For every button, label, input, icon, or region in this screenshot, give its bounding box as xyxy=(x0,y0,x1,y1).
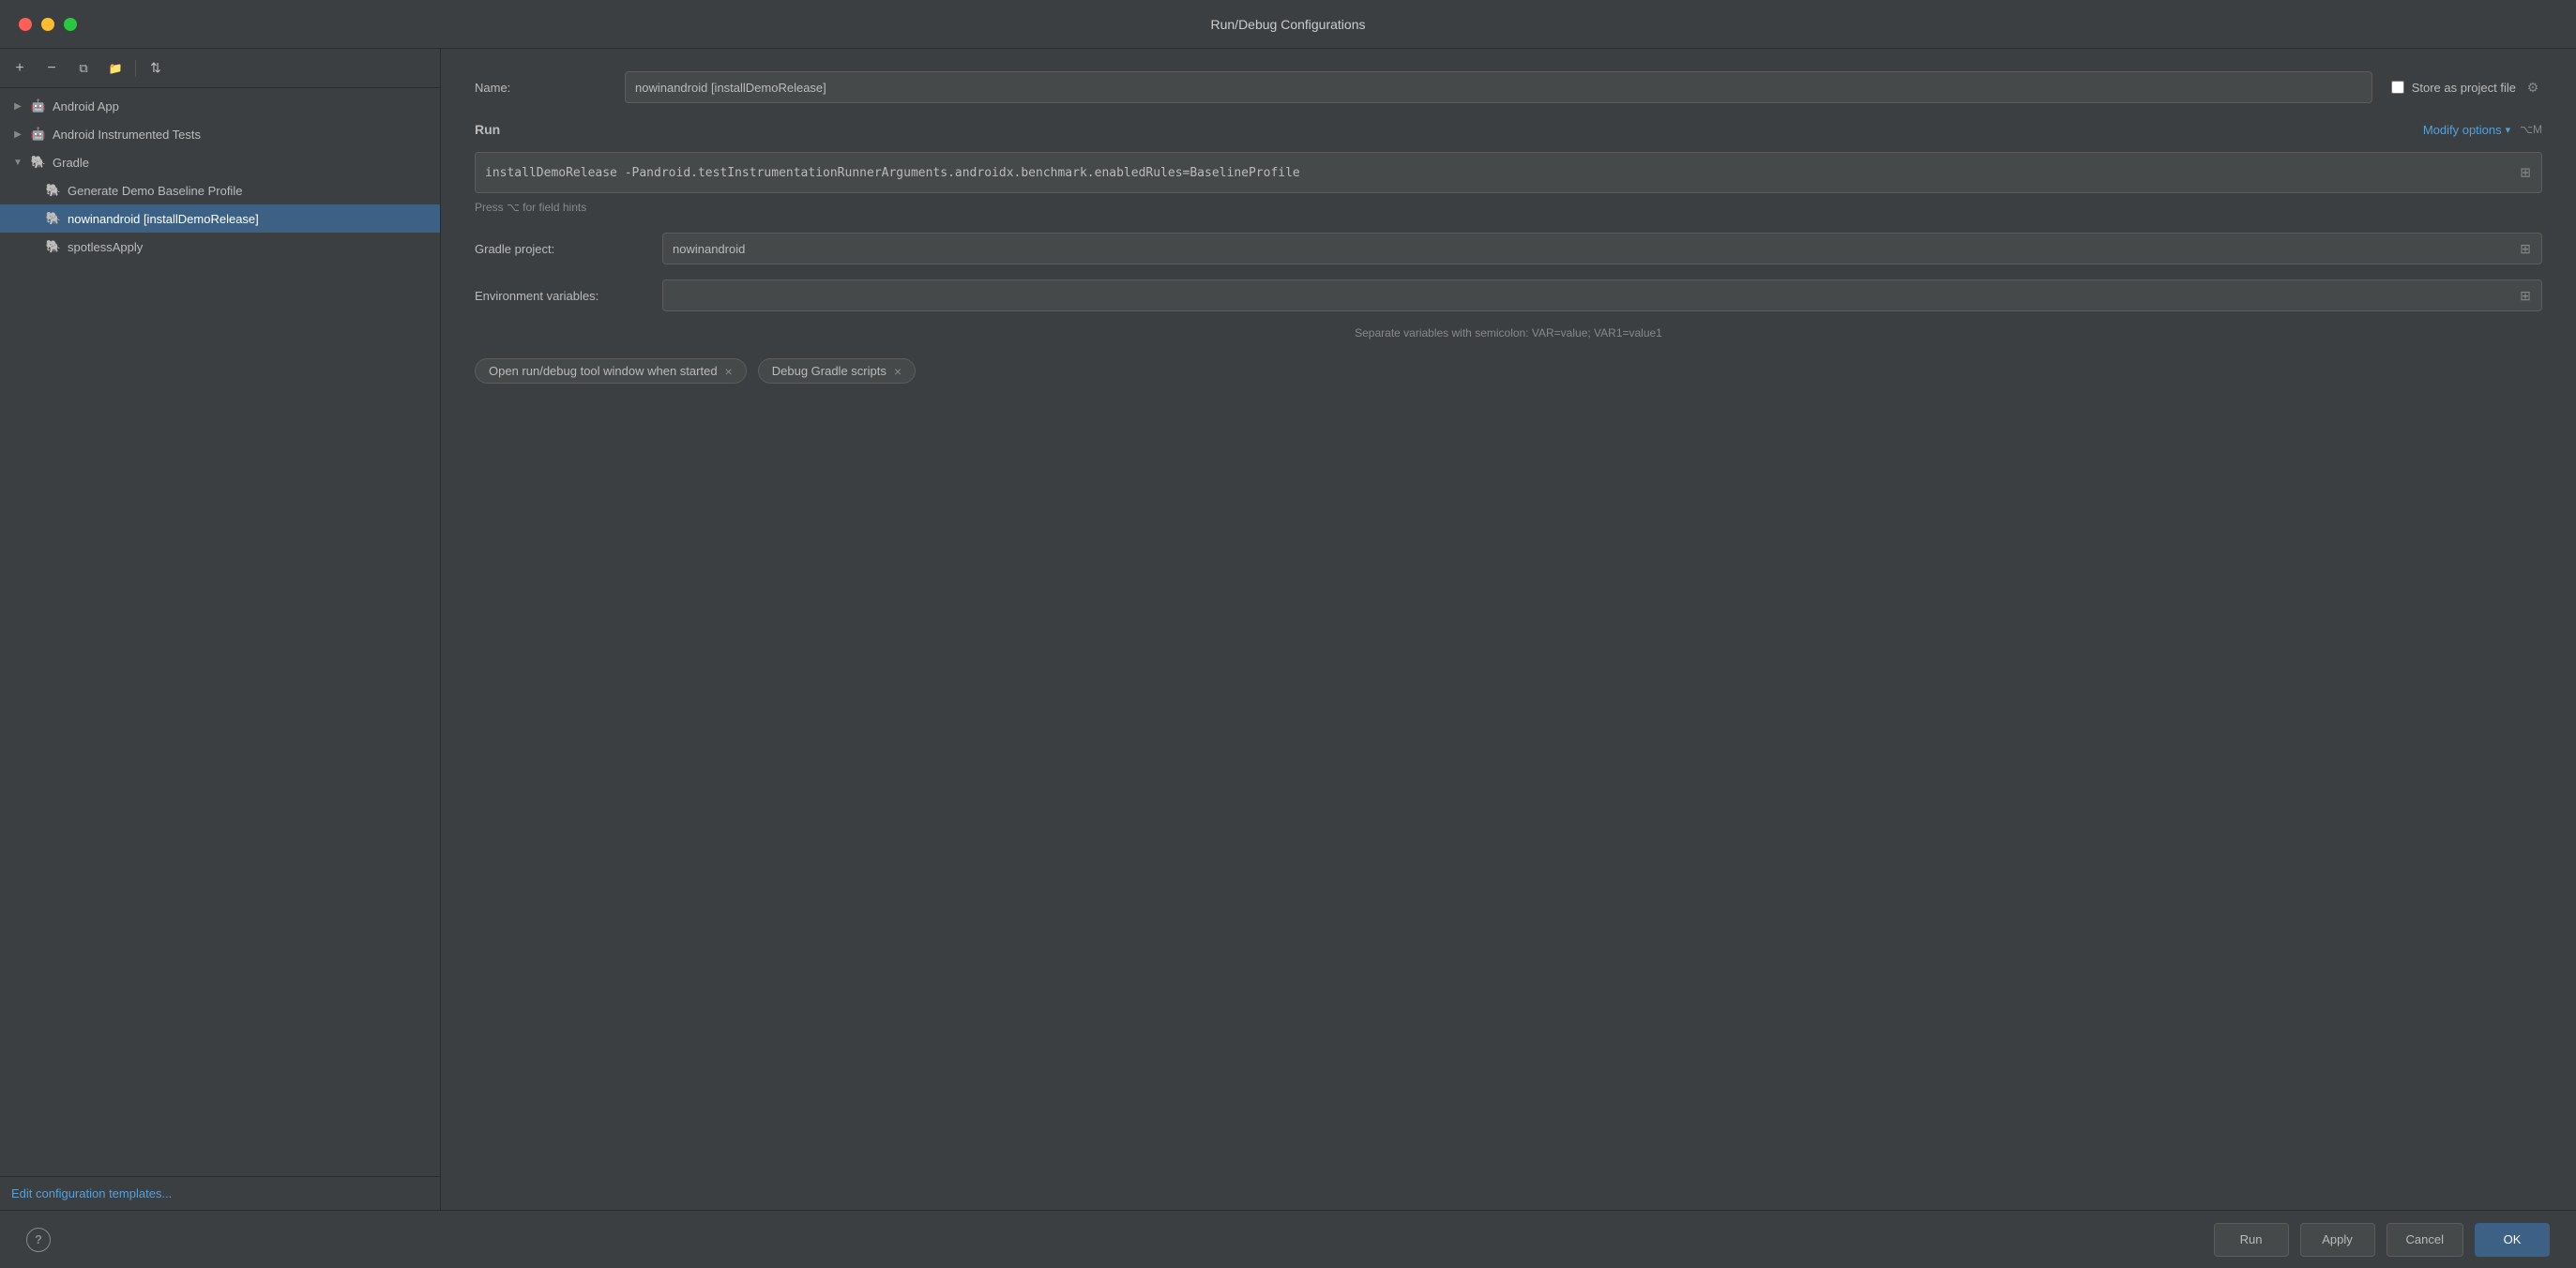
title-bar: Run/Debug Configurations xyxy=(0,0,2576,49)
copy-config-button[interactable]: ⧉ xyxy=(71,56,96,81)
gradle-project-input-wrap: ⊞ xyxy=(662,233,2542,264)
env-vars-input-wrap: ⊞ xyxy=(662,279,2542,311)
cancel-button[interactable]: Cancel xyxy=(2387,1223,2463,1257)
tag-open-run-debug: Open run/debug tool window when started … xyxy=(475,358,747,384)
field-hint-text: Press ⌥ for field hints xyxy=(475,201,586,214)
help-button[interactable]: ? xyxy=(26,1228,51,1252)
env-vars-hint-text: Separate variables with semicolon: VAR=v… xyxy=(1355,326,1662,340)
env-vars-input[interactable] xyxy=(662,279,2542,311)
gradle-icon: 🐘 xyxy=(30,154,47,171)
android-instrumented-icon: 🤖 xyxy=(30,126,47,143)
tags-row: Open run/debug tool window when started … xyxy=(475,358,2542,384)
android-app-icon: 🤖 xyxy=(30,98,47,114)
apply-button[interactable]: Apply xyxy=(2300,1223,2375,1257)
gradle-project-row: Gradle project: ⊞ xyxy=(475,233,2542,264)
edit-config-templates-link[interactable]: Edit configuration templates... xyxy=(11,1186,172,1200)
minimize-button[interactable] xyxy=(41,18,54,31)
sidebar-item-spotless[interactable]: 🐘 spotlessApply xyxy=(0,233,440,261)
bottom-bar-left: ? xyxy=(26,1228,2203,1252)
command-input-expand-icon[interactable]: ⊞ xyxy=(2520,165,2531,181)
tree-arrow-android-instrumented: ▶ xyxy=(11,128,24,141)
modify-options-label: Modify options xyxy=(2423,123,2502,137)
sidebar-item-nowinandroid-label: nowinandroid [installDemoRelease] xyxy=(68,212,440,226)
spotless-icon: 🐘 xyxy=(45,238,62,255)
env-vars-label: Environment variables: xyxy=(475,289,662,303)
run-section-header: Run Modify options ▾ ⌥M xyxy=(475,122,2542,137)
sidebar-item-gradle[interactable]: ▼ 🐘 Gradle xyxy=(0,148,440,176)
window: Run/Debug Configurations + − ⧉ 📁 ⇅ ▶ 🤖 A… xyxy=(0,0,2576,1268)
sidebar-item-nowinandroid[interactable]: 🐘 nowinandroid [installDemoRelease] xyxy=(0,204,440,233)
sidebar-item-android-instrumented[interactable]: ▶ 🤖 Android Instrumented Tests xyxy=(0,120,440,148)
window-controls xyxy=(19,18,77,31)
sidebar-item-spotless-label: spotlessApply xyxy=(68,240,440,254)
store-project-file-row: Store as project file ⚙ xyxy=(2391,78,2542,97)
gradle-project-browse-button[interactable]: ⊞ xyxy=(2514,237,2537,260)
tree-arrow-gradle: ▼ xyxy=(11,156,24,169)
bottom-bar: ? Run Apply Cancel OK xyxy=(0,1210,2576,1268)
command-input[interactable] xyxy=(475,152,2542,193)
dialog-title: Run/Debug Configurations xyxy=(1211,17,1366,32)
gradle-project-input[interactable] xyxy=(662,233,2542,264)
run-button[interactable]: Run xyxy=(2214,1223,2289,1257)
sidebar-item-android-instrumented-label: Android Instrumented Tests xyxy=(53,128,440,142)
sidebar-item-android-app-label: Android App xyxy=(53,99,440,113)
add-config-button[interactable]: + xyxy=(8,56,32,81)
tag-open-run-debug-close-button[interactable]: × xyxy=(725,365,733,378)
remove-config-button[interactable]: − xyxy=(39,56,64,81)
move-to-folder-button[interactable]: 📁 xyxy=(103,56,128,81)
nowinandroid-icon: 🐘 xyxy=(45,210,62,227)
modify-options-button[interactable]: Modify options ▾ xyxy=(2423,123,2510,137)
field-hint: Press ⌥ for field hints xyxy=(475,201,2542,214)
help-icon: ? xyxy=(35,1232,42,1246)
sidebar-toolbar: + − ⧉ 📁 ⇅ xyxy=(0,49,440,88)
env-vars-expand-button[interactable]: ⊞ xyxy=(2514,284,2537,307)
ok-button[interactable]: OK xyxy=(2475,1223,2550,1257)
name-input[interactable] xyxy=(625,71,2372,103)
tree-arrow-android-app: ▶ xyxy=(11,99,24,113)
name-label: Name: xyxy=(475,81,625,95)
store-project-file-label: Store as project file xyxy=(2412,81,2516,95)
tag-open-run-debug-label: Open run/debug tool window when started xyxy=(489,364,718,378)
toolbar-separator xyxy=(135,60,136,77)
sidebar-item-generate-demo-label: Generate Demo Baseline Profile xyxy=(68,184,440,198)
tag-debug-gradle-label: Debug Gradle scripts xyxy=(772,364,886,378)
store-project-file-gear-button[interactable]: ⚙ xyxy=(2523,78,2542,97)
sidebar-item-android-app[interactable]: ▶ 🤖 Android App xyxy=(0,92,440,120)
main-layout: + − ⧉ 📁 ⇅ ▶ 🤖 Android App ▶ 🤖 xyxy=(0,49,2576,1210)
env-vars-hint: Separate variables with semicolon: VAR=v… xyxy=(475,326,2542,340)
close-button[interactable] xyxy=(19,18,32,31)
store-project-file-checkbox[interactable] xyxy=(2391,81,2404,94)
sidebar-item-gradle-label: Gradle xyxy=(53,156,440,170)
run-section-title: Run xyxy=(475,122,500,137)
sidebar-tree: ▶ 🤖 Android App ▶ 🤖 Android Instrumented… xyxy=(0,88,440,1176)
name-row: Name: Store as project file ⚙ xyxy=(475,71,2542,103)
generate-demo-icon: 🐘 xyxy=(45,182,62,199)
tag-debug-gradle-close-button[interactable]: × xyxy=(894,365,902,378)
maximize-button[interactable] xyxy=(64,18,77,31)
tag-debug-gradle: Debug Gradle scripts × xyxy=(758,358,916,384)
content-panel: Name: Store as project file ⚙ Run Modify… xyxy=(441,49,2576,1210)
modify-options-shortcut: ⌥M xyxy=(2520,123,2542,136)
command-input-container: ⊞ xyxy=(475,152,2542,193)
env-vars-row: Environment variables: ⊞ xyxy=(475,279,2542,311)
sort-button[interactable]: ⇅ xyxy=(144,56,168,81)
modify-options-chevron-icon: ▾ xyxy=(2506,124,2511,136)
sidebar: + − ⧉ 📁 ⇅ ▶ 🤖 Android App ▶ 🤖 xyxy=(0,49,441,1210)
gradle-project-label: Gradle project: xyxy=(475,242,662,256)
name-input-container: Store as project file ⚙ xyxy=(625,71,2542,103)
sidebar-footer: Edit configuration templates... xyxy=(0,1176,440,1210)
sidebar-item-generate-demo[interactable]: 🐘 Generate Demo Baseline Profile xyxy=(0,176,440,204)
